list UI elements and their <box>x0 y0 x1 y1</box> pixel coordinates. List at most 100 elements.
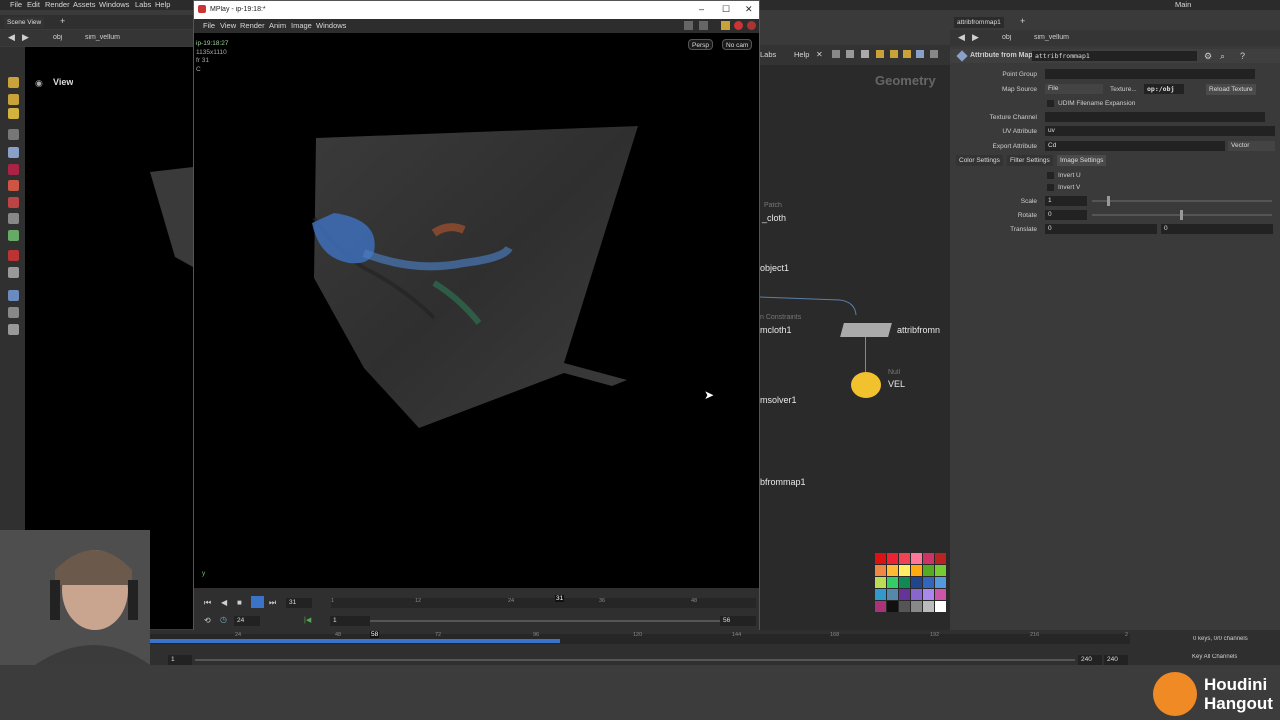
frame-marker[interactable]: 31 <box>555 595 565 602</box>
color-swatch[interactable] <box>887 601 898 612</box>
fps-field[interactable]: 24 <box>234 616 260 626</box>
mplay-menu-anim[interactable]: Anim <box>269 21 286 31</box>
snapshot-icon[interactable] <box>684 21 693 30</box>
lock-icon[interactable] <box>8 147 19 158</box>
translate-y-field[interactable]: 0 <box>1161 224 1273 234</box>
light-icon[interactable] <box>8 307 19 318</box>
realtime-icon[interactable]: ◷ <box>220 615 227 624</box>
settings-icon[interactable] <box>930 50 938 58</box>
invert-u-checkbox[interactable] <box>1047 172 1054 179</box>
help-icon[interactable]: ? <box>1240 51 1245 61</box>
color-swatch[interactable] <box>911 565 922 576</box>
layout-icon[interactable] <box>861 50 869 58</box>
timeline-start-field[interactable]: 1 <box>168 655 192 665</box>
play-reverse-icon[interactable]: ◀ <box>221 598 227 607</box>
texture-field[interactable]: op:/obj <box>1144 84 1184 94</box>
camera-icon[interactable] <box>8 290 19 301</box>
color-swatch[interactable] <box>923 577 934 588</box>
color-swatch[interactable] <box>923 601 934 612</box>
flag-icon[interactable] <box>890 50 898 58</box>
export-type-menu[interactable]: Vector <box>1228 141 1275 151</box>
rotate-field[interactable]: 0 <box>1045 210 1087 220</box>
color-swatch[interactable] <box>923 589 934 600</box>
translate-x-field[interactable]: 0 <box>1045 224 1157 234</box>
sticky-icon[interactable] <box>876 50 884 58</box>
bookmark-icon[interactable] <box>903 50 911 58</box>
tab-attribfrommap[interactable]: attribfrommap1 <box>954 17 1004 28</box>
invert-v-checkbox[interactable] <box>1047 184 1054 191</box>
rotate-slider[interactable] <box>1092 210 1272 220</box>
path-root[interactable]: obj <box>1002 34 1011 41</box>
render-icon[interactable] <box>721 21 730 30</box>
menu-labs[interactable]: Labs <box>135 0 151 10</box>
list-icon[interactable] <box>832 50 840 58</box>
menu-assets[interactable]: Assets <box>73 0 96 10</box>
loop-icon[interactable]: ⟲ <box>204 616 211 625</box>
network-editor[interactable]: Geometry Patch _cloth object1 n Constrai… <box>760 45 950 630</box>
range-start-field[interactable]: 1 <box>330 616 370 626</box>
rotate-icon[interactable] <box>8 180 19 191</box>
mplay-frame-field[interactable]: 31 <box>286 598 312 608</box>
desktop-name[interactable]: Main <box>1175 0 1191 10</box>
stop-icon[interactable] <box>734 21 743 30</box>
camera-menu[interactable]: No cam <box>722 39 753 50</box>
mplay-menu-render[interactable]: Render <box>240 21 265 31</box>
color-swatch[interactable] <box>875 589 886 600</box>
add-tab-icon[interactable]: + <box>1020 16 1025 26</box>
add-tab-icon[interactable]: + <box>60 16 65 26</box>
transform-icon[interactable] <box>8 213 19 224</box>
range-bar[interactable] <box>370 620 720 622</box>
ruler-icon[interactable] <box>8 230 19 241</box>
null-node[interactable] <box>851 372 881 398</box>
path-node[interactable]: sim_vellum <box>85 34 120 41</box>
path-root[interactable]: obj <box>53 34 62 41</box>
maximize-icon[interactable]: ☐ <box>722 4 730 15</box>
slider-handle[interactable] <box>1180 210 1183 220</box>
forward-icon[interactable]: ▶ <box>22 32 29 43</box>
color-swatch[interactable] <box>923 565 934 576</box>
back-icon[interactable]: ◀ <box>958 32 965 43</box>
color-swatch[interactable] <box>875 565 886 576</box>
export-attribute-field[interactable]: Cd <box>1045 141 1225 151</box>
color-swatch[interactable] <box>887 577 898 588</box>
timeline-range-bar[interactable] <box>195 659 1075 661</box>
view-icon[interactable] <box>8 324 19 335</box>
timeline-scrubber[interactable]: 1 24 48 58 72 96 120 144 168 192 216 2 <box>140 631 1130 644</box>
node-name[interactable]: _cloth <box>762 213 786 223</box>
mplay-image-view[interactable]: ip-19:18:27 1135x1110 fr 31 C Persp No c… <box>194 33 759 588</box>
color-swatch[interactable] <box>887 553 898 564</box>
color-swatch[interactable] <box>935 553 946 564</box>
node-name[interactable]: object1 <box>760 263 789 273</box>
tab-color-settings[interactable]: Color Settings <box>956 155 1003 166</box>
pause-icon[interactable] <box>251 596 264 608</box>
path-node[interactable]: sim_vellum <box>1034 34 1069 41</box>
range-end-field[interactable]: 56 <box>720 616 756 626</box>
color-palette[interactable] <box>875 553 950 628</box>
color-swatch[interactable] <box>899 565 910 576</box>
select-icon[interactable] <box>8 129 19 140</box>
color-swatch[interactable] <box>899 577 910 588</box>
node-name[interactable]: msolver1 <box>760 395 797 405</box>
compare-icon[interactable] <box>699 21 708 30</box>
timeline-marker[interactable]: 58 <box>370 631 380 638</box>
color-swatch[interactable] <box>875 601 886 612</box>
color-swatch[interactable] <box>935 577 946 588</box>
mplay-scrubber[interactable]: 1 12 24 31 36 48 <box>331 595 756 608</box>
wrench-icon[interactable]: ✕ <box>816 50 823 59</box>
menu-file[interactable]: File <box>10 0 22 10</box>
color-swatch[interactable] <box>875 553 886 564</box>
jump-start-icon[interactable]: ⏮ <box>204 598 211 608</box>
node-name[interactable]: attribfromn <box>897 325 940 335</box>
color-swatch[interactable] <box>911 589 922 600</box>
network-menu-labs[interactable]: Labs <box>760 50 776 60</box>
scale-slider[interactable] <box>1092 196 1272 206</box>
tab-filter-settings[interactable]: Filter Settings <box>1007 155 1053 166</box>
color-swatch[interactable] <box>899 553 910 564</box>
reload-texture-button[interactable]: Reload Texture <box>1206 84 1256 95</box>
color-swatch[interactable] <box>887 565 898 576</box>
grid-icon[interactable] <box>846 50 854 58</box>
color-swatch[interactable] <box>875 577 886 588</box>
udim-checkbox[interactable] <box>1047 100 1054 107</box>
handle-icon[interactable] <box>8 77 19 88</box>
mplay-menu-windows[interactable]: Windows <box>316 21 346 31</box>
